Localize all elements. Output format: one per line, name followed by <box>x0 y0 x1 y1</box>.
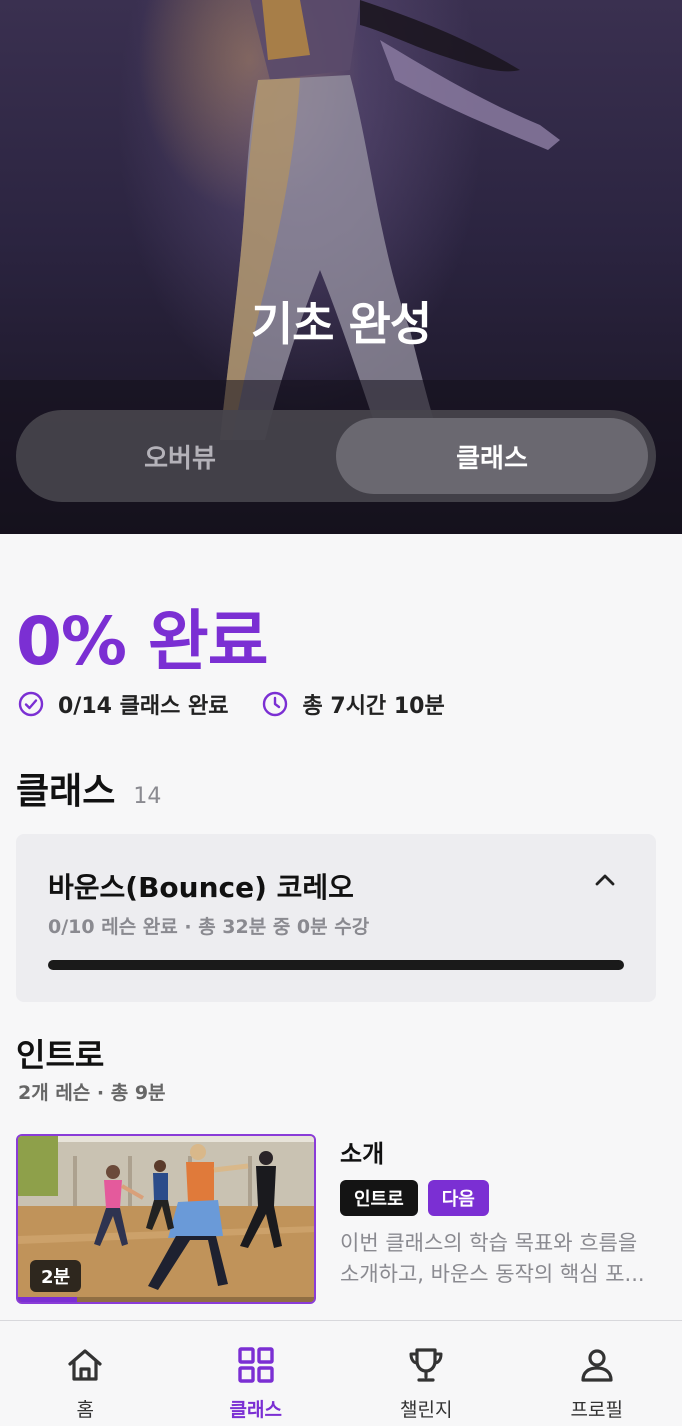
grid-icon <box>238 1347 274 1383</box>
watch-progress-bar <box>18 1297 314 1302</box>
progress-stats: 0/14 클래스 완료 총 7시간 10분 <box>18 688 445 720</box>
classes-done-text: 0/14 클래스 완료 <box>58 694 229 719</box>
person-icon <box>581 1349 613 1382</box>
page-title: 기초 완성 <box>250 297 432 351</box>
hero-banner: 기초 완성 오버뷰 클래스 <box>0 0 682 534</box>
chevron-up-icon[interactable] <box>592 870 618 890</box>
lesson-description: 이번 클래스의 학습 목표와 흐름을 소개하고, 바운스 동작의 핵심 포... <box>340 1231 645 1286</box>
segmented-tabs: 오버뷰 클래스 <box>16 410 656 502</box>
nav-profile[interactable]: 프로필 <box>512 1321 682 1426</box>
section-title: 클래스 <box>16 771 116 812</box>
clock-icon <box>263 691 288 717</box>
classes-done-stat: 0/14 클래스 완료 <box>18 688 228 720</box>
course-title: 바운스(Bounce) 코레오 <box>48 871 354 904</box>
nav-home-label: 홈 <box>76 1399 94 1421</box>
tag-intro: 인트로 <box>340 1180 418 1216</box>
course-subtitle: 0/10 레슨 완료 · 총 32분 중 0분 수강 <box>48 916 370 938</box>
trophy-icon <box>409 1348 443 1382</box>
classes-section-header: 클래스 14 <box>16 762 161 814</box>
lesson-thumbnail[interactable]: 2분 <box>16 1134 316 1304</box>
tag-next: 다음 <box>427 1180 489 1216</box>
nav-classes-label: 클래스 <box>229 1399 282 1421</box>
nav-profile-label: 프로필 <box>570 1399 623 1421</box>
tab-classes[interactable]: 클래스 <box>336 418 648 494</box>
course-card[interactable]: 바운스(Bounce) 코레오 0/10 레슨 완료 · 총 32분 중 0분 … <box>16 834 656 1002</box>
chapter-title: 인트로 <box>16 1036 105 1074</box>
nav-challenge-label: 챌린지 <box>400 1399 453 1421</box>
check-circle-icon <box>18 691 44 717</box>
home-icon <box>68 1349 102 1381</box>
total-time-stat: 총 7시간 10분 <box>262 688 445 720</box>
bottom-nav: 홈 클래스 챌린지 프로필 <box>0 1320 682 1426</box>
lesson-title[interactable]: 소개 <box>340 1134 384 1169</box>
tab-overview[interactable]: 오버뷰 <box>24 418 336 494</box>
nav-home[interactable]: 홈 <box>0 1321 171 1426</box>
nav-challenge[interactable]: 챌린지 <box>341 1321 512 1426</box>
duration-badge: 2분 <box>30 1260 82 1292</box>
completion-percent: 0% 완료 <box>16 603 268 680</box>
watch-progress-fill <box>18 1297 78 1302</box>
section-count: 14 <box>133 784 162 809</box>
nav-classes[interactable]: 클래스 <box>171 1321 342 1426</box>
chapter-subtitle: 2개 레슨 · 총 9분 <box>18 1082 166 1104</box>
total-time-text: 총 7시간 10분 <box>302 694 445 719</box>
course-progress-bar <box>48 960 624 970</box>
lesson-tags: 인트로 다음 <box>340 1180 489 1216</box>
